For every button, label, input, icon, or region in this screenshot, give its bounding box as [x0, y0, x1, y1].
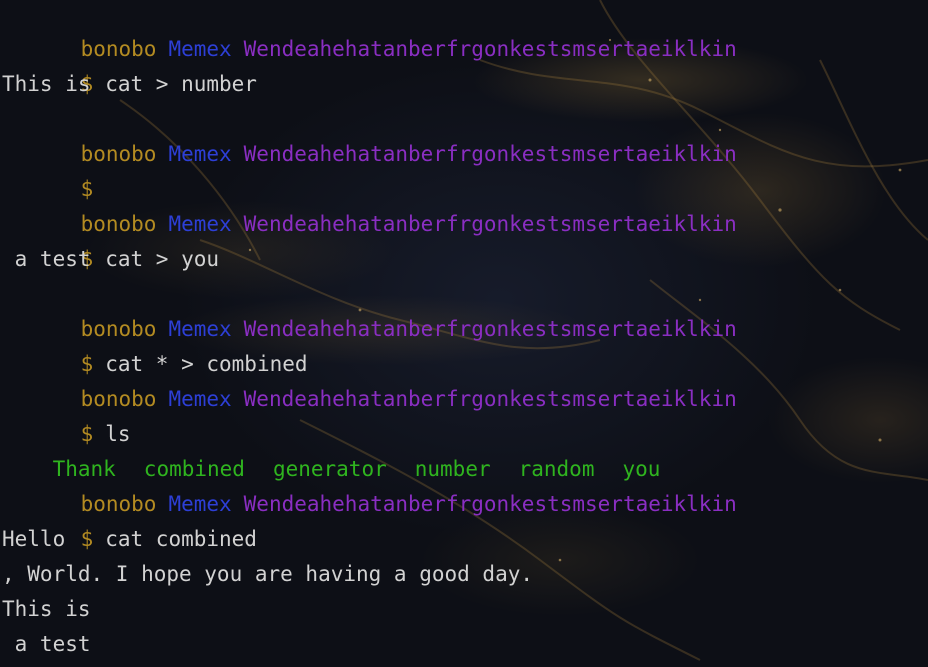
command-text: cat combined	[105, 527, 257, 551]
ls-output: Thank combined generator number random you	[2, 417, 688, 481]
prompt-path: Wendeahehatanberfrgonkestsmsertaeiklkin	[243, 387, 737, 411]
command-text: cat > number	[105, 72, 257, 96]
prompt-line: bonobo Memex Wendeahehatanberfrgonkestsmse…	[2, 452, 737, 516]
output-line: , World. I hope you are having a good da…	[2, 562, 534, 586]
output-line: This is	[2, 597, 91, 621]
prompt-host: Memex	[168, 142, 232, 166]
command-line: $ ls	[2, 382, 131, 446]
prompt-line: bonobo Memex Wendeahehatanberfrgonkestsmse…	[2, 172, 737, 236]
command-line: $ cat > number	[2, 32, 257, 96]
command-line: $ cat * > combined	[2, 312, 308, 376]
command-text: cat > you	[105, 247, 220, 271]
command-line: $ cat combined	[2, 487, 257, 551]
prompt-host: Memex	[168, 387, 232, 411]
terminal-window[interactable]: bonobo Memex Wendeahehatanberfrgonkestsmse…	[0, 0, 928, 667]
prompt-line: bonobo Memex Wendeahehatanberfrgonkestsmse…	[2, 0, 737, 61]
output-line: a test	[2, 247, 91, 271]
output-line: Hello	[2, 527, 66, 551]
prompt-path: Wendeahehatanberfrgonkestsmsertaeiklkin	[243, 317, 737, 341]
command-line: $ cat > you	[2, 207, 219, 271]
output-line: a test	[2, 632, 91, 656]
prompt-line: bonobo Memex Wendeahehatanberfrgonkestsmse…	[2, 102, 737, 166]
output-line: This is	[2, 72, 91, 96]
prompt-line: bonobo Memex Wendeahehatanberfrgonkestsmse…	[2, 277, 737, 341]
prompt-line: bonobo Memex Wendeahehatanberfrgonkestsmse…	[2, 347, 737, 411]
prompt-path: Wendeahehatanberfrgonkestsmsertaeiklkin	[243, 492, 737, 516]
prompt-path: Wendeahehatanberfrgonkestsmsertaeiklkin	[243, 142, 737, 166]
prompt-path: Wendeahehatanberfrgonkestsmsertaeiklkin	[243, 212, 737, 236]
prompt-path: Wendeahehatanberfrgonkestsmsertaeiklkin	[243, 37, 737, 61]
command-line: $	[2, 137, 105, 201]
